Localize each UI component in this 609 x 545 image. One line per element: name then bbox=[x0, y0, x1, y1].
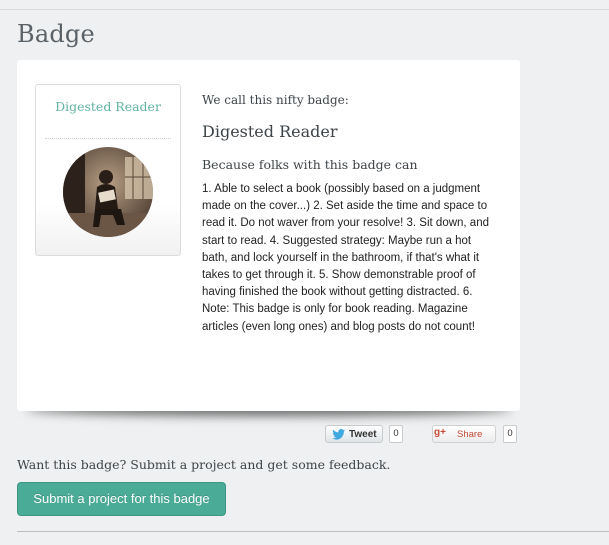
badge-thumbnail[interactable]: Digested Reader bbox=[35, 84, 181, 256]
badge-intro: We call this nifty badge: bbox=[202, 93, 349, 107]
reader-photo-icon bbox=[63, 147, 153, 237]
badge-description: 1. Able to select a book (possibly based… bbox=[202, 183, 489, 333]
badge-name: Digested Reader bbox=[202, 122, 338, 141]
share-label: Share bbox=[457, 429, 483, 440]
badge-criteria-heading: Because folks with this badge can bbox=[202, 157, 418, 172]
page-title: Badge bbox=[17, 20, 95, 48]
tweet-label: Tweet bbox=[349, 429, 377, 440]
bottom-divider bbox=[17, 531, 609, 532]
gplus-share-button[interactable]: g+ Share bbox=[432, 425, 496, 443]
cta-prompt: Want this badge? Submit a project and ge… bbox=[17, 457, 391, 472]
twitter-bird-icon bbox=[332, 429, 346, 443]
tweet-count: 0 bbox=[389, 425, 403, 443]
badge-thumbnail-divider bbox=[45, 138, 171, 139]
badge-card: Digested Reader We call this nifty badge… bbox=[17, 60, 520, 411]
top-divider bbox=[0, 9, 609, 10]
google-plus-icon: g+ bbox=[434, 427, 446, 438]
badge-image bbox=[63, 147, 153, 237]
share-count: 0 bbox=[503, 425, 517, 443]
tweet-button[interactable]: Tweet bbox=[325, 425, 383, 443]
badge-thumbnail-title: Digested Reader bbox=[55, 99, 161, 114]
submit-project-button[interactable]: Submit a project for this badge bbox=[17, 482, 226, 516]
